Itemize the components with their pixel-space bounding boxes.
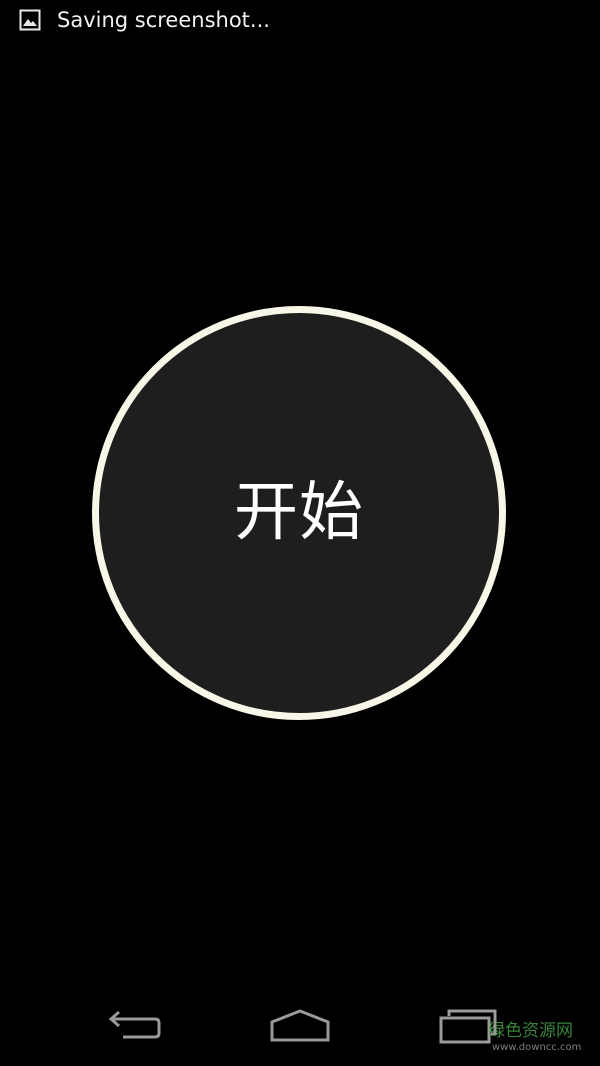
start-button-label: 开始 [234, 476, 364, 550]
back-arrow-icon [103, 1009, 163, 1047]
notification-text: Saving screenshot... [57, 8, 270, 32]
home-button[interactable] [264, 1006, 336, 1050]
watermark-logo: 绿色资源网 www.downcc.com [488, 1020, 598, 1060]
image-icon [19, 9, 41, 31]
watermark-sub-text: www.downcc.com [492, 1042, 582, 1053]
start-button[interactable]: 开始 [92, 306, 506, 720]
home-icon [268, 1008, 332, 1048]
status-bar: Saving screenshot... [0, 0, 600, 40]
back-button[interactable] [97, 1006, 169, 1050]
watermark-main-text: 绿色资源网 [488, 1021, 573, 1041]
